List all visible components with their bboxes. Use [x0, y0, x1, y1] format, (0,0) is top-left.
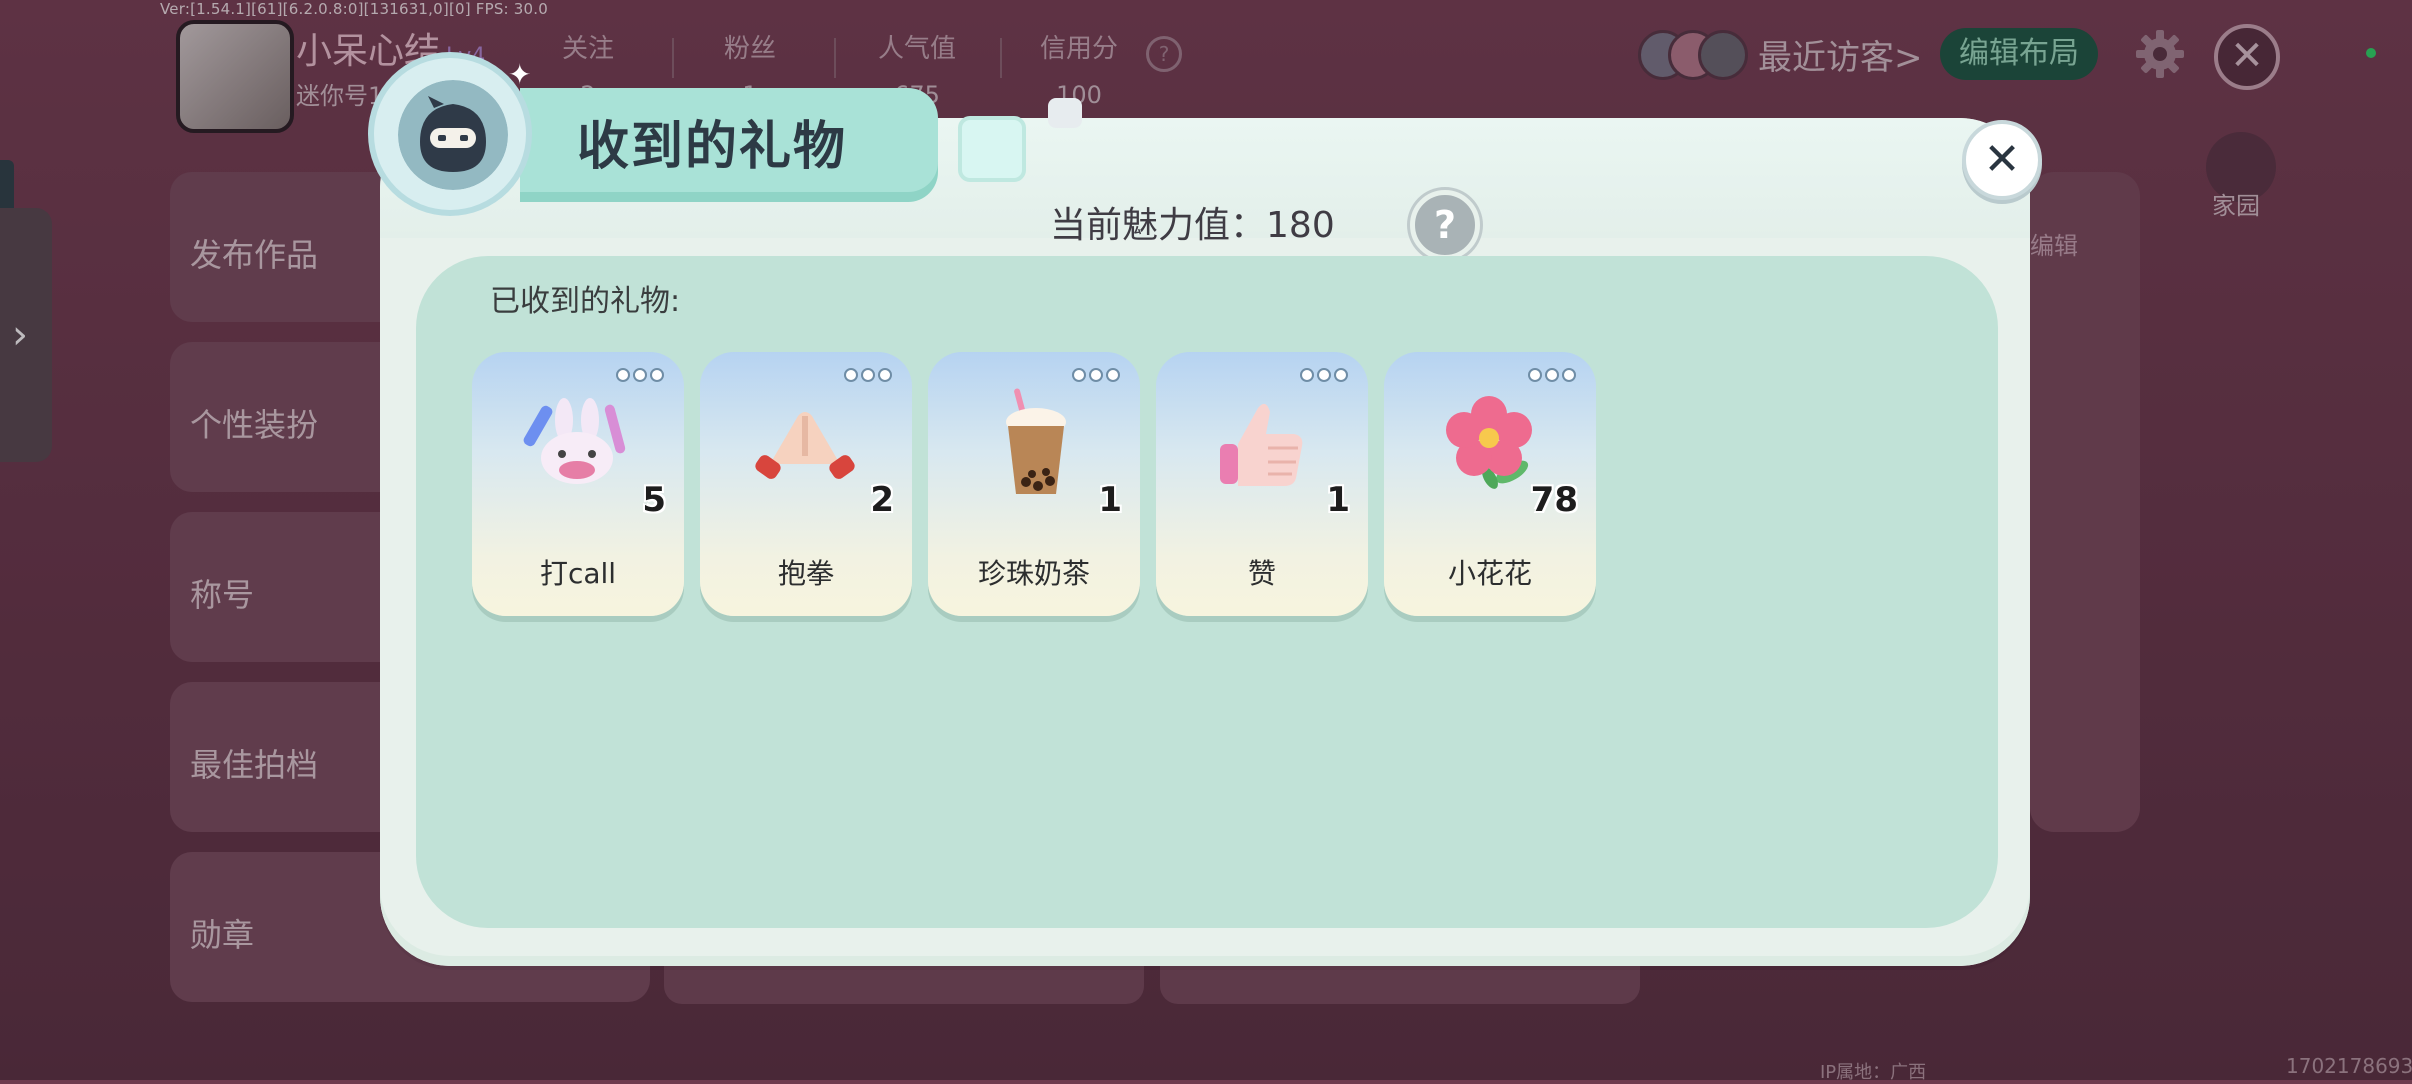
gift-count: 1	[1098, 480, 1122, 520]
close-modal-button[interactable]: ✕	[1962, 120, 2042, 200]
charm-value-text: 当前魅力值：180	[1050, 196, 1335, 248]
gift-count: 2	[870, 480, 894, 520]
more-options-icon[interactable]	[1072, 368, 1120, 382]
gift-count: 5	[642, 480, 666, 520]
more-options-icon[interactable]	[616, 368, 664, 382]
sparkle-icon: ✦	[508, 58, 532, 91]
question-icon[interactable]: ?	[1410, 190, 1480, 260]
gift-count: 1	[1326, 480, 1350, 520]
fist-salute-icon	[755, 412, 855, 479]
bubble-tea-icon	[1006, 388, 1066, 494]
charm-label: 当前魅力值：	[1050, 205, 1267, 246]
gift-name: 赞	[1247, 557, 1276, 590]
more-options-icon[interactable]	[1300, 368, 1348, 382]
gift-card[interactable]: 1 珍珠奶茶	[928, 352, 1140, 616]
gift-card[interactable]: 78 小花花	[1384, 352, 1596, 616]
more-options-icon[interactable]	[1528, 368, 1576, 382]
title-decoration	[1048, 98, 1082, 128]
gift-name: 抱拳	[777, 557, 834, 590]
gift-card[interactable]: 5 打call	[472, 352, 684, 616]
modal-title: 收到的礼物	[577, 117, 848, 177]
gift-card[interactable]: 2 抱拳	[700, 352, 912, 616]
thumbs-up-icon	[1220, 403, 1303, 486]
charm-value: 180	[1266, 205, 1335, 246]
bunny-glowstick-icon	[523, 398, 626, 484]
gift-name: 珍珠奶茶	[977, 557, 1090, 590]
gift-name: 小花花	[1447, 557, 1532, 590]
gift-card[interactable]: 1 赞	[1156, 352, 1368, 616]
flower-icon	[1446, 396, 1532, 489]
more-options-icon[interactable]	[844, 368, 892, 382]
ninja-mascot-icon	[398, 80, 508, 190]
gift-count: 78	[1530, 480, 1578, 520]
received-gifts-label: 已收到的礼物:	[490, 284, 681, 319]
gift-name: 打call	[539, 557, 617, 590]
title-decoration	[958, 116, 1026, 182]
